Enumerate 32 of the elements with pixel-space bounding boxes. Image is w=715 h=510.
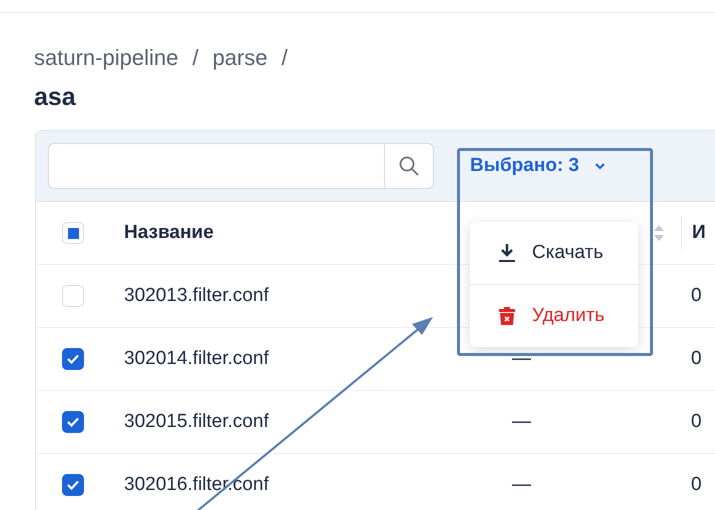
selection-dropdown[interactable]: Выбрано: 3 [466, 149, 612, 183]
check-icon [66, 353, 80, 365]
search-icon[interactable] [398, 155, 420, 177]
menu-item[interactable]: Скачать [470, 222, 638, 284]
row-checkbox[interactable] [62, 474, 84, 496]
page-title: asa [33, 82, 77, 112]
trash-icon [498, 306, 516, 326]
column-header[interactable]: Название [124, 222, 214, 243]
download-icon [498, 243, 516, 263]
breadcrumb-link[interactable]: saturn-pipeline [34, 45, 178, 71]
table-cell: 0 [691, 348, 702, 369]
table-cell: — [512, 474, 531, 496]
check-icon [66, 479, 80, 491]
file-name: 302015.filter.conf [124, 411, 269, 432]
search-field[interactable] [48, 143, 434, 189]
file-name: 302013.filter.conf [124, 285, 269, 306]
table-cell: 0 [691, 285, 702, 306]
table-cell: — [512, 411, 531, 433]
menu-item[interactable]: Удалить [470, 284, 638, 347]
breadcrumb-separator: / [281, 45, 288, 71]
table-cell: 0 [691, 474, 702, 495]
table-cell: — [512, 348, 531, 370]
row-checkbox[interactable] [62, 411, 84, 433]
breadcrumb-link[interactable]: parse [212, 45, 268, 71]
table-cell: 0 [691, 411, 702, 432]
select-all-checkbox[interactable] [62, 222, 84, 244]
breadcrumb-separator: / [192, 45, 198, 71]
check-icon [66, 416, 80, 428]
column-header[interactable]: И [692, 222, 706, 244]
row-checkbox[interactable] [62, 348, 84, 370]
file-name: 302014.filter.conf [124, 348, 269, 369]
chevron-icon [593, 161, 608, 171]
